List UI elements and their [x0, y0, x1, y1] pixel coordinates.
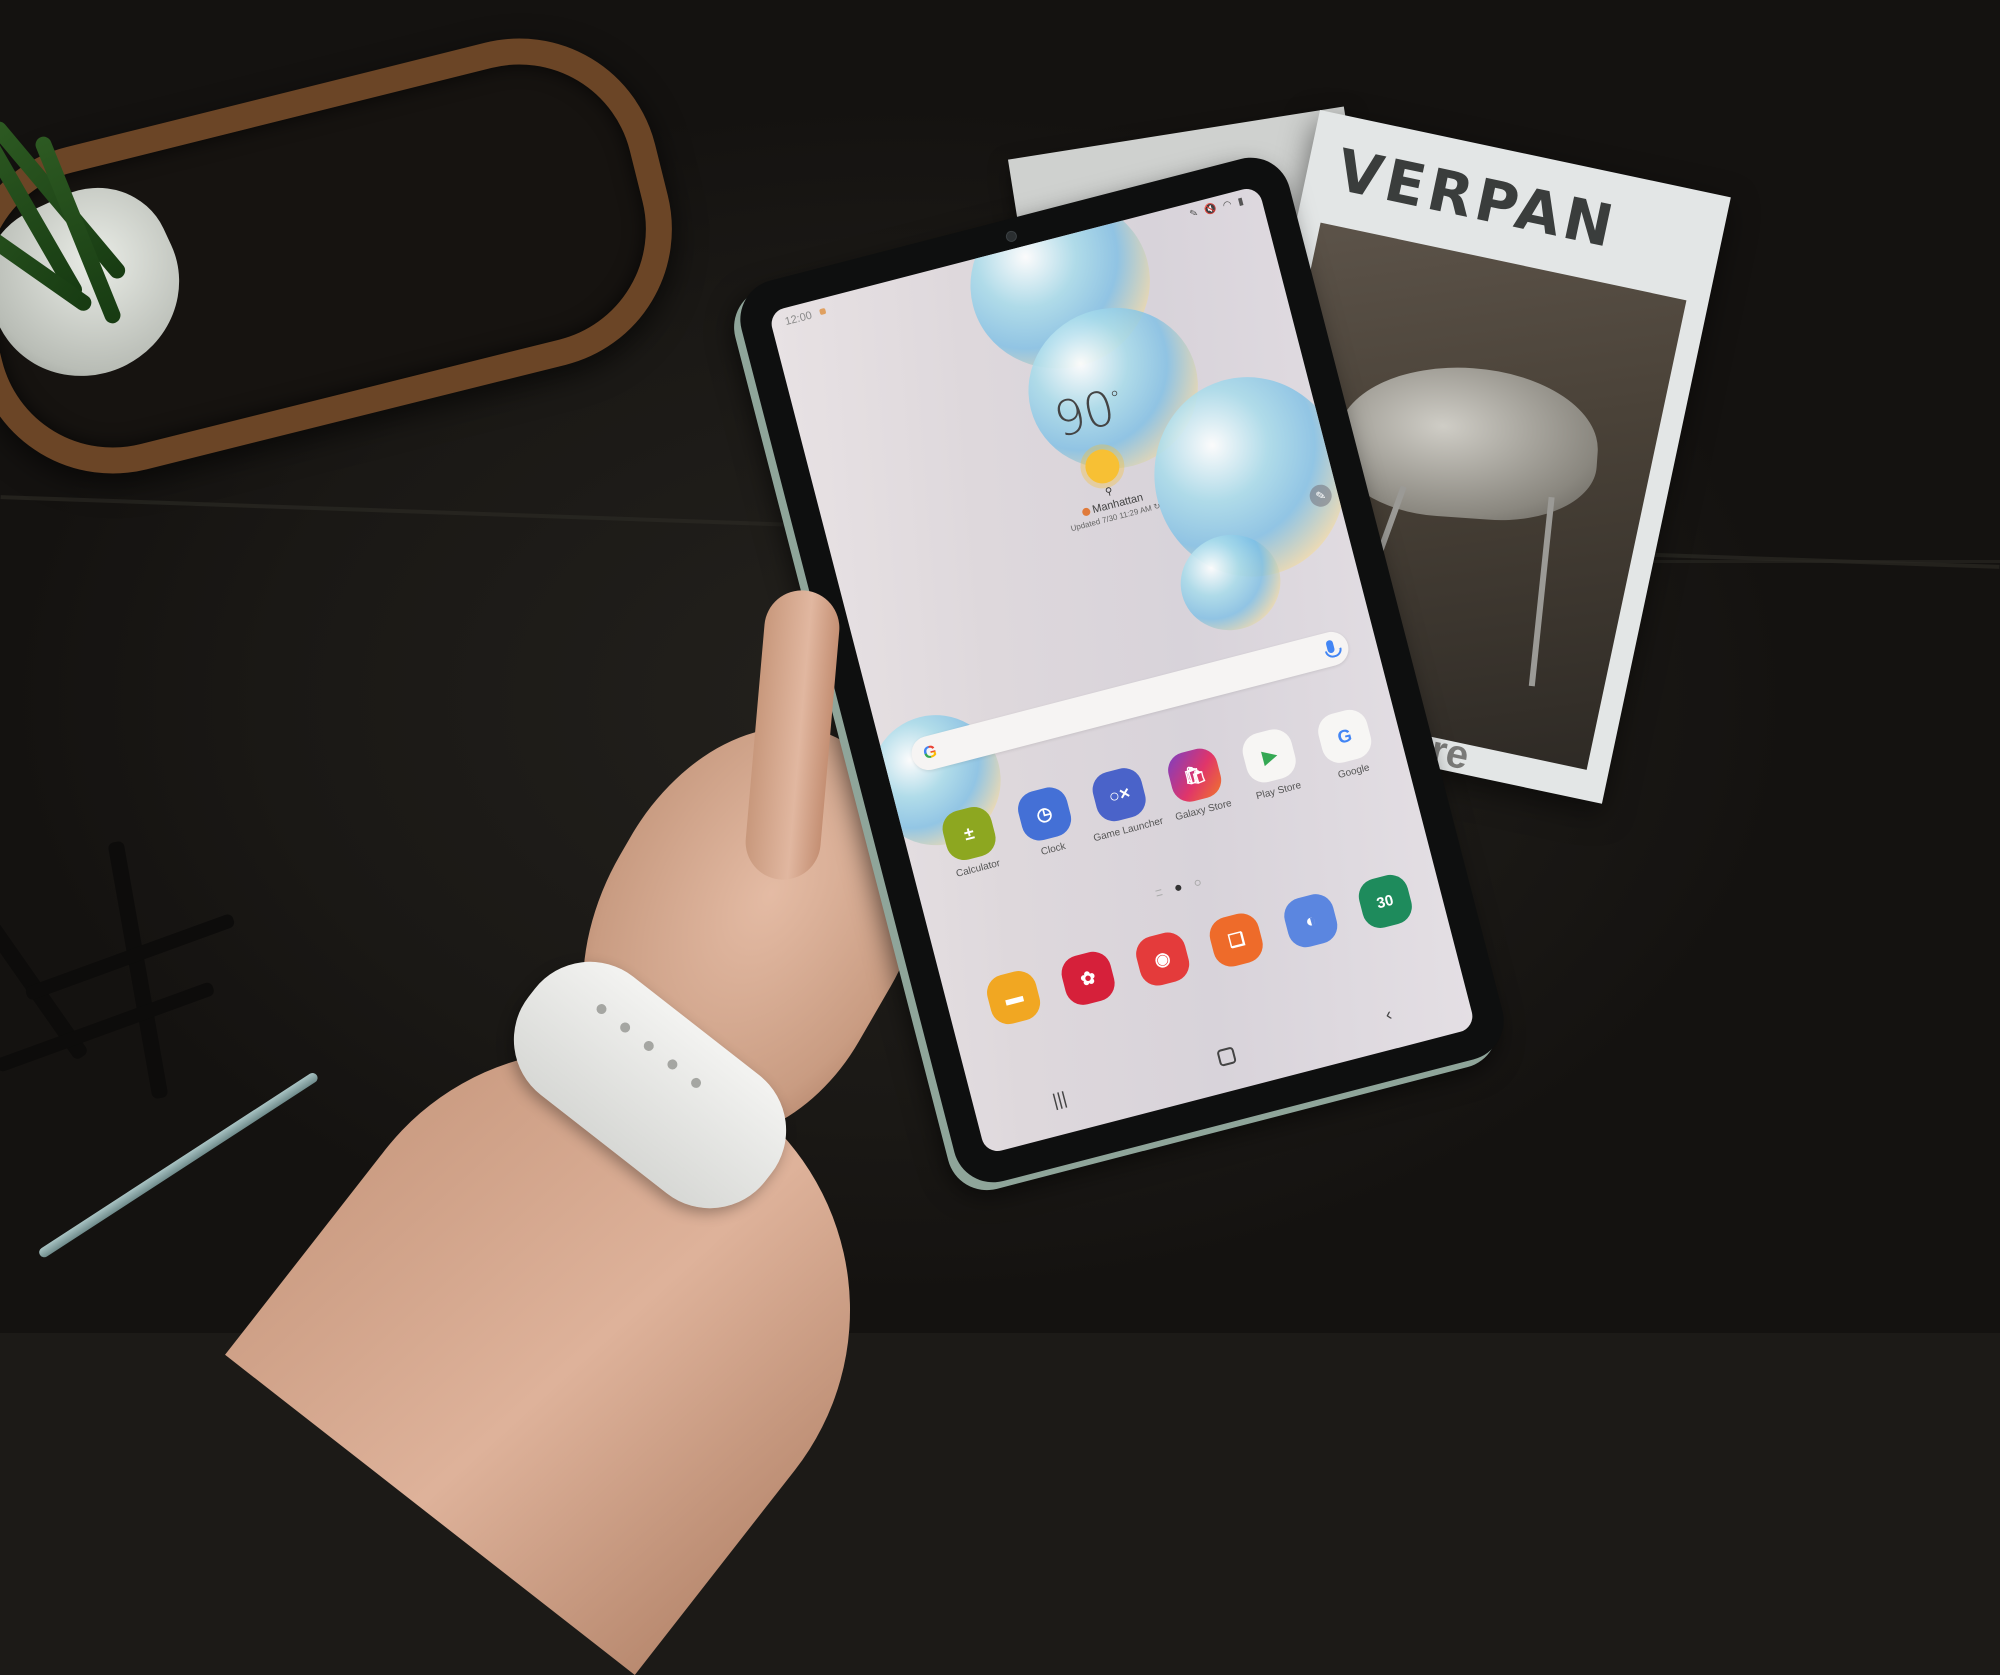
- chair-image: [1333, 359, 1603, 527]
- gallery-icon[interactable]: ✿: [1057, 947, 1119, 1009]
- app-label: Google: [1336, 762, 1371, 782]
- clock-icon: ◷: [1013, 783, 1075, 845]
- game-launcher-icon: ○×: [1088, 764, 1150, 826]
- app-clock[interactable]: ◷ Clock: [1003, 781, 1089, 864]
- refresh-icon[interactable]: ↻: [1153, 501, 1162, 511]
- app-label: Galaxy Store: [1174, 797, 1233, 824]
- app-game-launcher[interactable]: ○× Game Launcher: [1078, 761, 1165, 845]
- band-hole: [665, 1057, 680, 1072]
- play-store-icon: ▶: [1239, 725, 1301, 787]
- app-label: Clock: [1039, 840, 1067, 858]
- google-folder-icon: G: [1314, 705, 1376, 767]
- status-time: 12:00: [783, 309, 814, 329]
- camera-icon[interactable]: ◉: [1131, 928, 1193, 990]
- recents-button[interactable]: |||: [1050, 1087, 1069, 1111]
- back-button[interactable]: ‹: [1383, 1003, 1394, 1025]
- calculator-icon: ±: [938, 803, 1000, 864]
- notification-icon: [819, 307, 827, 316]
- mic-icon[interactable]: [1325, 639, 1336, 654]
- metal-stand: [0, 820, 280, 1120]
- calendar-icon[interactable]: 30: [1354, 871, 1416, 932]
- app-play-store[interactable]: ▶ Play Store: [1228, 723, 1314, 806]
- folder-icon[interactable]: ▬: [983, 967, 1045, 1028]
- app-galaxy-store[interactable]: 🛍 Galaxy Store: [1153, 742, 1239, 825]
- band-hole: [641, 1038, 656, 1053]
- page-dot[interactable]: [1194, 879, 1202, 887]
- galaxy-store-icon: 🛍: [1163, 744, 1225, 806]
- band-hole: [618, 1020, 633, 1035]
- home-button[interactable]: [1215, 1045, 1237, 1067]
- internet-icon[interactable]: ◐: [1280, 890, 1342, 952]
- front-camera: [1004, 229, 1019, 244]
- sun-icon: [1081, 445, 1124, 488]
- app-label: Calculator: [955, 857, 1002, 880]
- app-label: Game Launcher: [1092, 815, 1165, 845]
- app-google-folder[interactable]: G Google: [1304, 703, 1390, 786]
- app-label: Play Store: [1254, 780, 1303, 803]
- band-hole: [594, 1002, 609, 1017]
- page-dot-current[interactable]: [1174, 884, 1182, 892]
- status-icons: ✎ 🔇 ◠ ▮: [1188, 195, 1247, 221]
- weather-provider-icon: [1080, 507, 1091, 517]
- google-logo-icon: G: [921, 741, 939, 764]
- notes-icon[interactable]: ❑: [1206, 909, 1267, 971]
- page-dot-menu[interactable]: [1154, 889, 1163, 897]
- chair-leg: [1528, 496, 1555, 687]
- band-hole: [689, 1075, 704, 1090]
